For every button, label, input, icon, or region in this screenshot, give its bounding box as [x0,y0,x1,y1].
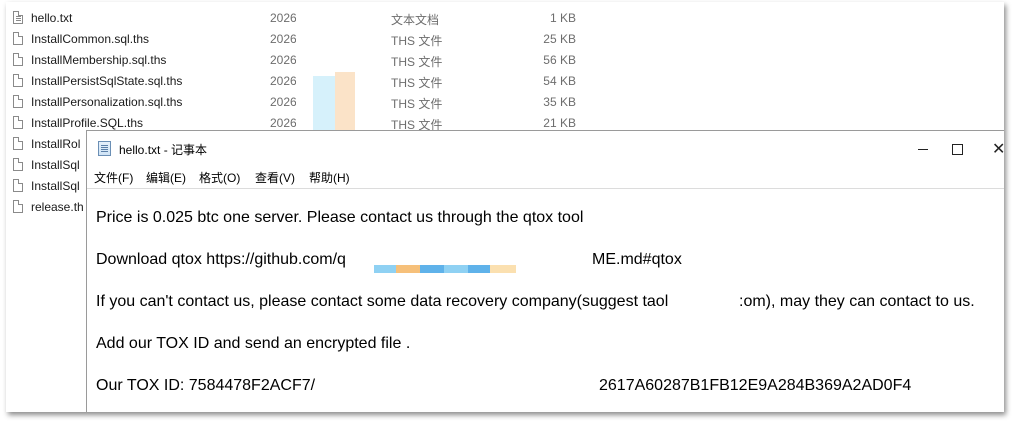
file-icon [13,53,23,66]
menu-bar: 文件(F) 编辑(E) 格式(O) 查看(V) 帮助(H) [87,167,1004,187]
file-size: 1 KB [549,11,576,25]
file-name: InstallSql [31,158,80,172]
text-line: :om), may they can contact to us. [739,293,975,310]
file-name: InstallMembership.sql.ths [31,53,167,67]
minimize-icon [918,149,928,150]
file-icon [13,74,23,87]
screenshot-frame: hello.txt 2026/ 文本文档 1 KB InstallCommon.… [6,2,1004,412]
close-icon: ✕ [992,139,1004,158]
notepad-icon [98,141,111,156]
text-line: Download qtox https://github.com/q [96,251,346,268]
file-name: InstallProfile.SQL.ths [31,116,144,130]
text-file-icon [13,11,23,24]
file-type: 文本文档 [391,13,440,27]
file-size: 35 KB [543,95,576,109]
file-size: 54 KB [543,74,576,88]
file-icon [13,179,23,192]
close-button[interactable]: ✕ [982,135,1004,163]
maximize-icon [952,144,963,155]
menu-format[interactable]: 格式(O) [199,169,240,186]
minimize-button[interactable] [905,135,941,163]
file-icon [13,137,23,150]
menu-view[interactable]: 查看(V) [255,169,295,186]
text-line: Add our TOX ID and send an encrypted fil… [96,335,411,352]
window-title: hello.txt - 记事本 [119,143,208,157]
file-name: InstallPersistSqlState.sql.ths [31,74,183,88]
file-name: hello.txt [31,11,73,25]
file-icon [13,200,23,213]
text-editor[interactable]: Price is 0.025 btc one server. Please co… [87,189,1004,412]
notepad-window: hello.txt - 记事本 ✕ 文件(F) 编辑(E) 格式(O) 查看(V… [86,130,1004,412]
file-name: InstallRol [31,137,81,151]
file-icon [13,32,23,45]
text-line: ME.md#qtox [592,251,682,268]
file-name: InstallPersonalization.sql.ths [31,95,183,109]
date-redaction-peach [335,72,355,132]
file-name: release.th [31,200,84,214]
file-type: THS 文件 [391,76,443,90]
maximize-button[interactable] [939,135,975,163]
text-line: Our TOX ID: 7584478F2ACF7/ [96,377,316,394]
text-line: If you can't contact us, please contact … [96,293,669,310]
text-line: Price is 0.025 btc one server. Please co… [96,209,584,226]
file-type: THS 文件 [391,34,443,48]
file-type: THS 文件 [391,55,443,69]
file-size: 56 KB [543,53,576,67]
file-size: 25 KB [543,32,576,46]
menu-file[interactable]: 文件(F) [94,169,133,186]
file-icon [13,95,23,108]
date-redaction-blue [313,76,335,130]
file-name: InstallSql [31,179,80,193]
menu-edit[interactable]: 编辑(E) [146,169,186,186]
file-size: 21 KB [543,116,576,130]
text-line: 2617A60287B1FB12E9A284B369A2AD0F4 [599,377,912,394]
file-icon [13,116,23,129]
file-type: THS 文件 [391,97,443,111]
menu-help[interactable]: 帮助(H) [309,169,350,186]
title-bar[interactable]: hello.txt - 记事本 ✕ [87,131,1004,167]
file-icon [13,158,23,171]
file-name: InstallCommon.sql.ths [31,32,150,46]
